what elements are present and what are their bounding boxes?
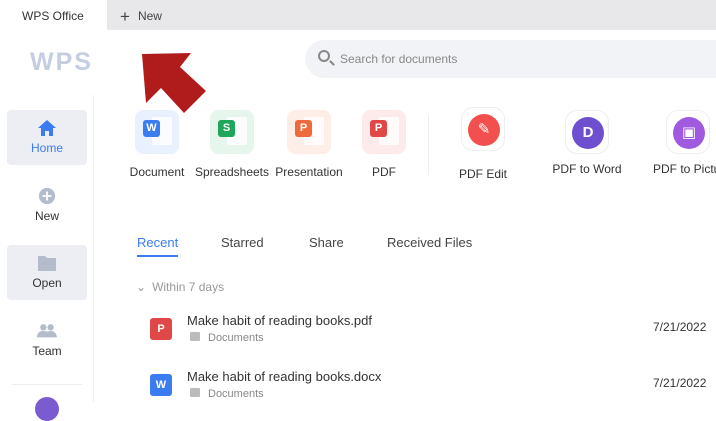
create-label: Document	[129, 165, 185, 179]
pdf-edit-button[interactable]: ✎	[461, 107, 505, 151]
sidebar-label: New	[34, 209, 59, 223]
tab-recent[interactable]: Recent	[137, 235, 178, 250]
pdf-edit-icon: ✎	[468, 114, 500, 146]
folder-icon	[190, 332, 200, 341]
pdf-file-icon: P	[150, 318, 172, 340]
chevron-down-icon: ⌄	[136, 280, 147, 294]
sidebar-label: Home	[30, 141, 63, 155]
create-spreadsheet-button[interactable]: S	[210, 110, 254, 154]
sidebar: Home New Open Team	[0, 95, 94, 421]
tab-received-files[interactable]: Received Files	[387, 235, 472, 250]
active-tab-underline	[137, 255, 178, 257]
pdf-icon: P	[370, 120, 387, 137]
sidebar-label: Open	[32, 276, 62, 290]
file-date: 7/21/2022	[653, 376, 707, 390]
tool-label: PDF Edit	[458, 167, 508, 181]
sidebar-item-open[interactable]: Open	[7, 245, 87, 300]
folder-icon	[38, 256, 56, 271]
plus-circle-icon	[38, 187, 56, 205]
pdf-to-word-icon: D	[572, 117, 604, 149]
pdf-to-picture-button[interactable]: ▣	[666, 110, 710, 154]
tab-share[interactable]: Share	[309, 235, 344, 250]
sidebar-label: Team	[32, 344, 62, 358]
sidebar-item-team[interactable]: Team	[7, 313, 87, 368]
sidebar-item-home[interactable]: Home	[7, 110, 87, 165]
create-label: Spreadsheets	[194, 165, 270, 179]
create-label: Presentation	[275, 165, 343, 179]
create-presentation-button[interactable]: P	[287, 110, 331, 154]
group-within-7-days[interactable]: ⌄ Within 7 days	[136, 280, 224, 294]
word-file-icon: W	[150, 374, 172, 396]
home-icon	[38, 120, 56, 136]
group-label: Within 7 days	[152, 280, 225, 294]
tool-label: PDF to Picture	[653, 162, 716, 176]
team-icon	[37, 324, 57, 338]
pdf-to-picture-icon: ▣	[673, 117, 705, 149]
folder-icon	[190, 388, 200, 397]
file-name[interactable]: Make habit of reading books.docx	[187, 369, 381, 384]
presentation-icon: P	[295, 120, 312, 137]
location-text: Documents	[208, 388, 264, 400]
search-icon	[318, 50, 330, 62]
sidebar-divider	[12, 384, 82, 385]
create-label: PDF	[372, 165, 396, 179]
file-name[interactable]: Make habit of reading books.pdf	[187, 313, 372, 328]
search-input[interactable]: Search for documents	[305, 40, 716, 78]
avatar[interactable]	[35, 397, 59, 421]
location-text: Documents	[208, 332, 264, 344]
search-placeholder: Search for documents	[340, 52, 458, 66]
create-pdf-button[interactable]: P	[362, 110, 406, 154]
file-date: 7/21/2022	[653, 320, 707, 334]
pdf-to-word-button[interactable]: D	[565, 110, 609, 154]
tool-label: PDF to Word	[552, 162, 622, 176]
spreadsheet-icon: S	[218, 120, 235, 137]
file-location: Documents	[190, 388, 264, 400]
file-location: Documents	[190, 332, 264, 344]
word-icon: W	[143, 120, 160, 137]
create-document-button[interactable]: W	[135, 110, 179, 154]
divider	[428, 115, 429, 175]
sidebar-item-new[interactable]: New	[7, 178, 87, 233]
tab-starred[interactable]: Starred	[221, 235, 264, 250]
